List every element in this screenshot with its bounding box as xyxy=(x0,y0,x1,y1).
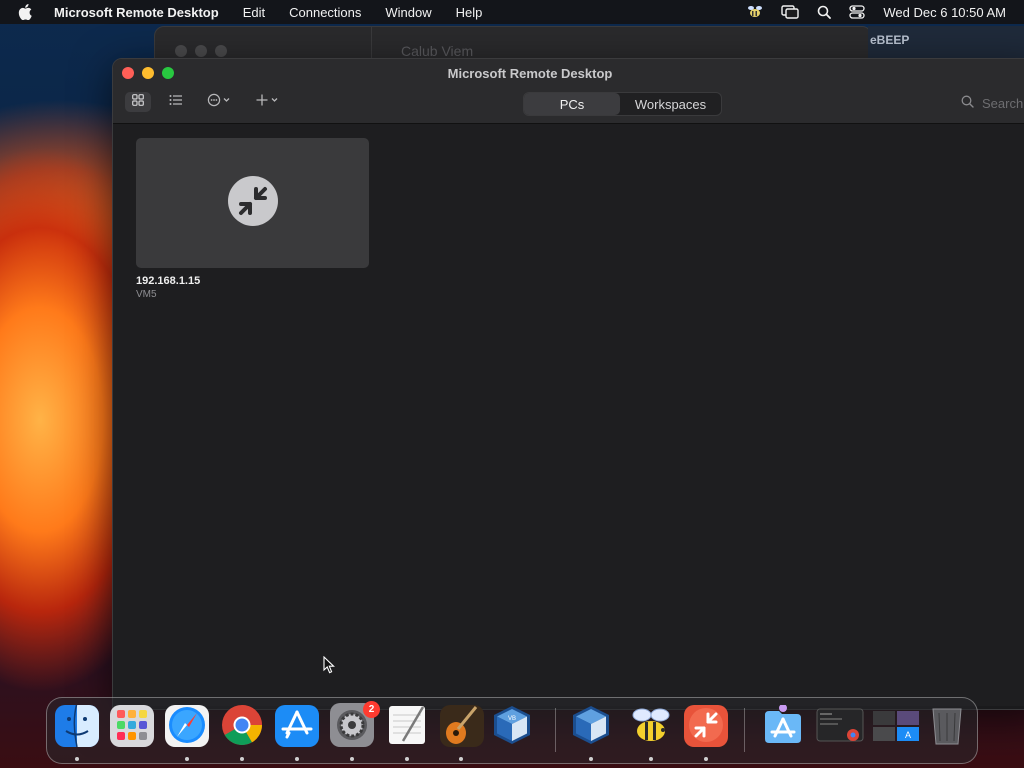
remote-desktop-connection-icon xyxy=(227,175,278,231)
dock-beebeep[interactable] xyxy=(629,705,673,749)
grid-view-button[interactable] xyxy=(125,92,151,112)
background-window-controls xyxy=(175,45,227,57)
plus-icon xyxy=(255,93,281,112)
ellipsis-circle-icon xyxy=(207,93,233,112)
dock-virtualbox-vm[interactable] xyxy=(569,705,613,749)
background-window-title: Calub Viem xyxy=(401,43,474,59)
dock-system-settings[interactable]: 2 xyxy=(330,701,380,749)
virtualbox-vm-icon xyxy=(569,705,613,749)
pc-grid: 192.168.1.15 VM5 xyxy=(113,124,1024,709)
tab-workspaces[interactable]: Workspaces xyxy=(620,93,721,115)
finder-icon xyxy=(55,705,99,749)
dock-garageband[interactable] xyxy=(440,705,484,749)
pc-tile[interactable] xyxy=(136,138,369,268)
notification-badge: 2 xyxy=(363,701,380,718)
pc-user: VM5 xyxy=(136,289,157,300)
spotlight-search-icon[interactable] xyxy=(817,5,832,19)
list-view-button[interactable] xyxy=(163,92,189,112)
dock-finder[interactable] xyxy=(55,705,99,749)
menu-window[interactable]: Window xyxy=(385,5,431,20)
dock-launchpad[interactable] xyxy=(110,705,154,749)
list-icon xyxy=(169,93,183,111)
svg-text:VB: VB xyxy=(508,716,516,722)
search-input[interactable] xyxy=(982,95,1024,111)
remote-desktop-icon xyxy=(684,705,728,749)
control-center-icon[interactable] xyxy=(849,5,866,19)
bee-icon xyxy=(629,705,673,749)
remote-desktop-window: Microsoft Remote Desktop PCs Workspaces xyxy=(112,58,1024,710)
textedit-icon xyxy=(385,705,429,749)
dock-virtualbox[interactable]: VB xyxy=(490,705,534,749)
tab-pcs[interactable]: PCs xyxy=(524,93,620,115)
search-icon xyxy=(961,95,974,111)
beebeep-status-icon[interactable] xyxy=(747,5,763,19)
dock-remote-desktop[interactable] xyxy=(684,705,728,749)
more-actions-button[interactable] xyxy=(203,92,237,112)
menu-app-name[interactable]: Microsoft Remote Desktop xyxy=(54,5,219,20)
window-title: Microsoft Remote Desktop xyxy=(447,66,613,81)
dock-safari[interactable] xyxy=(165,705,209,749)
dock-window-preview-2[interactable]: A xyxy=(871,705,921,749)
window-preview-icon xyxy=(815,705,865,749)
menu-help[interactable]: Help xyxy=(456,5,483,20)
app-store-icon xyxy=(275,705,319,749)
screen-mirroring-icon[interactable] xyxy=(781,5,800,19)
dock-downloads[interactable] xyxy=(761,705,805,749)
virtualbox-icon: VB xyxy=(490,705,534,749)
dock-textedit[interactable] xyxy=(385,705,429,749)
dock-chrome[interactable] xyxy=(220,705,264,749)
dock-app-store[interactable] xyxy=(275,705,319,749)
background-window-2-title: eBEEP xyxy=(870,33,910,47)
view-segmented-control: PCs Workspaces xyxy=(523,92,722,116)
launchpad-icon xyxy=(110,705,154,749)
menu-connections[interactable]: Connections xyxy=(289,5,361,20)
trash-icon xyxy=(925,705,969,749)
svg-text:A: A xyxy=(905,730,911,740)
dock-window-preview-1[interactable] xyxy=(815,705,865,749)
mouse-cursor-icon xyxy=(323,655,335,679)
add-button[interactable] xyxy=(251,92,285,112)
search-field[interactable] xyxy=(961,91,1024,115)
window-preview-icon: A xyxy=(871,705,921,749)
window-toolbar: Microsoft Remote Desktop PCs Workspaces xyxy=(113,59,1024,124)
menu-edit[interactable]: Edit xyxy=(243,5,265,20)
pc-name[interactable]: 192.168.1.15 xyxy=(136,275,200,287)
dock: 2 VB A xyxy=(46,697,978,764)
grid-icon xyxy=(132,93,144,111)
menu-bar: Microsoft Remote Desktop Edit Connection… xyxy=(0,0,1024,24)
safari-icon xyxy=(165,705,209,749)
dock-trash[interactable] xyxy=(925,705,969,749)
apple-menu-icon[interactable] xyxy=(18,4,38,20)
menu-clock[interactable]: Wed Dec 6 10:50 AM xyxy=(883,5,1006,20)
chrome-icon xyxy=(220,705,264,749)
guitar-icon xyxy=(440,705,484,749)
downloads-folder-icon xyxy=(761,705,805,749)
